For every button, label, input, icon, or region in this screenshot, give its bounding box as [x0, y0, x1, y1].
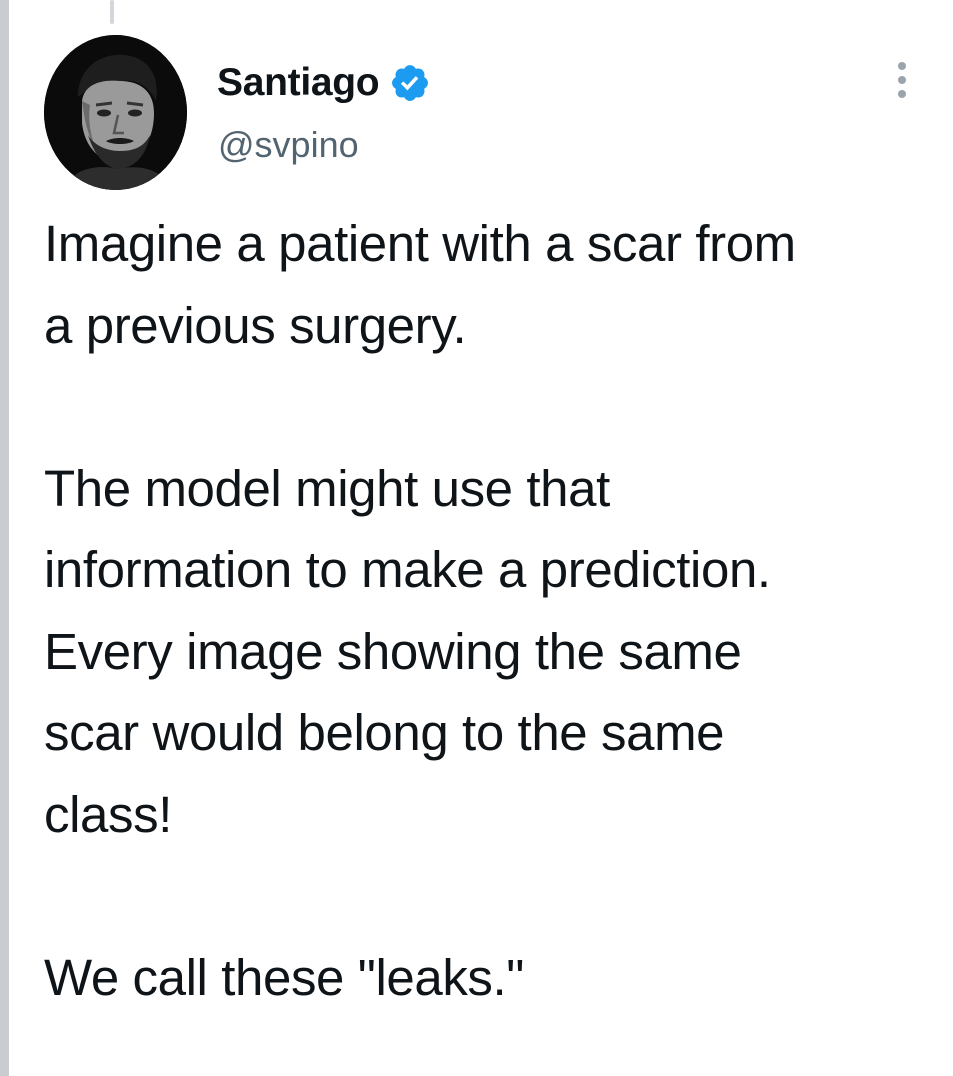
tweet-body: Imagine a patient with a scar from a pre… — [44, 203, 944, 1018]
more-vertical-icon[interactable] — [889, 58, 915, 102]
tweet-text-line: Imagine a patient with a scar from — [44, 215, 796, 272]
tweet-text-line: information to make a prediction. — [44, 541, 771, 598]
paragraph-break — [44, 855, 944, 937]
tweet-card: Santiago @svpino Imagine a patient with … — [0, 0, 953, 1076]
profile-photo-icon — [44, 35, 187, 190]
author-name-row[interactable]: Santiago — [217, 58, 431, 108]
author-handle[interactable]: @svpino — [218, 124, 359, 166]
tweet-text-line: The model might use that — [44, 459, 610, 517]
tweet-text-line: a previous surgery. — [44, 296, 467, 354]
tweet-text-line: Every image showing the same — [44, 622, 742, 680]
tweet-text-line: class! — [44, 785, 172, 843]
avatar[interactable] — [44, 35, 187, 190]
verified-badge-icon — [392, 65, 429, 101]
thread-connector-line — [110, 0, 114, 24]
thread-border — [0, 0, 9, 1076]
tweet-text-line: We call these "leaks." — [44, 948, 525, 1006]
tweet-text-line: scar would belong to the same — [44, 704, 725, 761]
author-display-name[interactable]: Santiago — [217, 61, 380, 105]
paragraph-break — [44, 366, 944, 448]
